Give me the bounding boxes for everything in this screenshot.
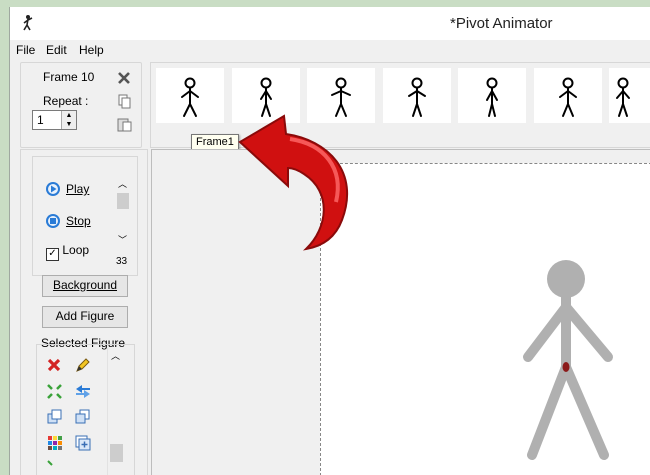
frame-thumbnail[interactable] <box>609 68 650 123</box>
stop-button[interactable]: Stop <box>66 214 91 228</box>
frame-info-panel: Frame 10 Repeat : <box>20 62 142 148</box>
add-figure-button[interactable]: Add Figure <box>42 306 128 328</box>
copy-icon[interactable] <box>117 93 132 109</box>
stop-icon[interactable] <box>45 213 61 229</box>
add-icon[interactable] <box>74 434 91 451</box>
red-arrow-overlay <box>238 114 349 251</box>
chevron-up-icon[interactable]: ︿ <box>111 349 120 362</box>
checkbox-check-icon: ✓ <box>46 248 59 261</box>
background-button-label: Background <box>52 278 118 292</box>
frame-thumbnail[interactable] <box>458 68 526 123</box>
center-icon[interactable] <box>46 383 63 400</box>
app-window: *Pivot Animator File Edit Help Frame 10 … <box>9 7 650 475</box>
loop-label: Loop <box>62 243 90 257</box>
play-button[interactable]: Play <box>66 182 89 196</box>
flip-icon[interactable] <box>74 383 92 400</box>
speed-slider[interactable]: ︿ ﹀ <box>115 177 131 245</box>
play-icon[interactable] <box>45 181 61 197</box>
frame-number-label: Frame 10 <box>43 70 95 84</box>
color-palette-icon[interactable] <box>46 434 63 451</box>
pivot-app-icon <box>23 15 33 31</box>
frame-thumbnail[interactable] <box>533 68 602 123</box>
frame-figure-icon <box>486 77 498 117</box>
spinner-arrows[interactable]: ▲ ▼ <box>61 111 76 129</box>
menu-edit[interactable]: Edit <box>46 43 67 57</box>
tools-scrollbar[interactable]: ︿ <box>107 348 125 475</box>
chevron-up-icon[interactable]: ︿ <box>118 177 127 190</box>
repeat-spinner[interactable]: 1 ▲ ▼ <box>32 110 77 130</box>
pencil-icon[interactable] <box>74 357 91 374</box>
background-button[interactable]: Background <box>42 275 128 297</box>
add-figure-button-label: Add Figure <box>55 309 115 323</box>
delete-icon[interactable] <box>46 357 62 373</box>
window-title: *Pivot Animator <box>450 15 553 32</box>
menu-bar: File Edit Help <box>10 40 650 60</box>
stick-figure[interactable] <box>500 255 630 475</box>
frame-figure-icon <box>181 77 199 117</box>
repeat-label: Repeat : <box>43 94 89 108</box>
send-back-icon[interactable] <box>46 408 63 425</box>
play-label: Play <box>66 182 90 196</box>
frame-figure-icon <box>558 77 577 117</box>
speed-value: 33 <box>116 256 128 267</box>
paste-icon[interactable] <box>117 116 132 132</box>
tools-scrollbar-thumb[interactable] <box>110 444 123 462</box>
repeat-value: 1 <box>37 113 44 127</box>
chevron-down-icon[interactable]: ﹀ <box>118 233 127 246</box>
frame-thumbnail[interactable] <box>382 68 451 123</box>
title-bar: *Pivot Animator <box>10 7 650 40</box>
playback-panel: Play Stop ✓ Loop ︿ ﹀ 33 <box>32 156 138 276</box>
speed-slider-thumb[interactable] <box>117 193 129 209</box>
more-tools-icon[interactable] <box>46 459 58 469</box>
stop-label: Stop <box>66 214 91 228</box>
frame-figure-icon <box>616 77 630 117</box>
menu-file[interactable]: File <box>16 43 35 57</box>
loop-checkbox[interactable]: ✓ Loop <box>46 243 89 261</box>
menu-help[interactable]: Help <box>79 43 104 57</box>
frame-figure-icon <box>407 77 426 117</box>
bring-front-icon[interactable] <box>74 408 91 425</box>
close-icon[interactable] <box>116 70 132 86</box>
frame-thumbnail[interactable] <box>156 68 224 123</box>
